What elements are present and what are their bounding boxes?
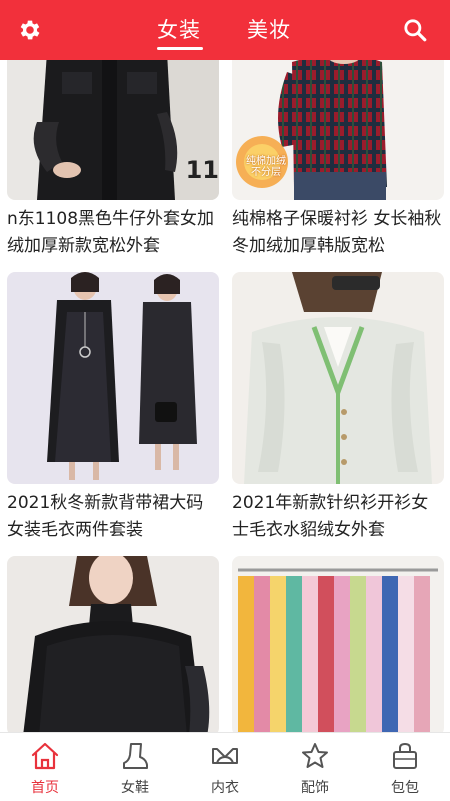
nav-item-bags[interactable]: 包包 <box>360 733 450 801</box>
tab-women-clothing[interactable]: 女装 <box>157 14 201 44</box>
image-overlay-text: 11 <box>185 156 219 184</box>
product-image[interactable] <box>7 272 219 484</box>
nav-item-accessories[interactable]: 配饰 <box>270 733 360 801</box>
search-icon[interactable] <box>398 13 432 47</box>
product-title[interactable]: 2021秋冬新款背带裙大码女装毛衣两件套装 <box>7 490 219 544</box>
bottom-nav: 首页 女鞋 内衣 配饰 包包 <box>0 732 450 801</box>
bra-icon <box>212 748 238 764</box>
gear-icon-graphic <box>20 20 40 40</box>
nav-label-accessories: 配饰 <box>301 780 329 796</box>
product-image[interactable]: 纯棉加绒 不分层 <box>232 60 444 200</box>
nav-item-home[interactable]: 首页 <box>0 733 90 801</box>
home-icon <box>31 742 59 770</box>
plaid-shirt-image <box>232 60 444 200</box>
pinafore-dress-image <box>7 272 219 484</box>
badge-line-2: 不分层 <box>251 167 281 178</box>
product-card[interactable] <box>232 556 444 732</box>
product-card[interactable]: 2021秋冬新款背带裙大码女装毛衣两件套装 <box>7 272 219 544</box>
bag-icon <box>393 742 417 769</box>
nav-label-shoes: 女鞋 <box>121 780 149 796</box>
black-lace-top-image <box>7 556 219 732</box>
product-image[interactable] <box>7 556 219 732</box>
top-header: 女装 美妆 <box>0 0 450 60</box>
product-card[interactable]: 11 n东1108黑色牛仔外套女加绒加厚新款宽松外套 <box>7 60 219 260</box>
nav-item-underwear[interactable]: 内衣 <box>180 733 270 801</box>
product-image[interactable] <box>232 556 444 732</box>
product-image[interactable]: 11 <box>7 60 219 200</box>
boot-icon <box>123 743 148 769</box>
star-icon <box>302 743 328 768</box>
badge-line-1: 纯棉加绒 <box>246 156 286 167</box>
product-card[interactable]: 2021年新款针织衫开衫女士毛衣水貂绒女外套 <box>232 272 444 544</box>
product-title[interactable]: 纯棉格子保暖衬衫 女长袖秋冬加绒加厚韩版宽松 <box>232 206 444 260</box>
nav-label-underwear: 内衣 <box>211 780 239 796</box>
clothing-rack-image <box>232 556 444 732</box>
nav-label-home: 首页 <box>31 780 59 796</box>
active-tab-indicator <box>157 47 203 50</box>
search-icon-graphic <box>404 19 427 42</box>
product-card[interactable] <box>7 556 219 732</box>
product-title[interactable]: 2021年新款针织衫开衫女士毛衣水貂绒女外套 <box>232 490 444 544</box>
warmth-badge: 纯棉加绒 不分层 <box>240 156 292 178</box>
tab-cosmetics[interactable]: 美妆 <box>247 14 291 44</box>
gear-icon[interactable] <box>13 13 47 47</box>
product-image[interactable] <box>232 272 444 484</box>
knit-cardigan-image <box>232 272 444 484</box>
product-title[interactable]: n东1108黑色牛仔外套女加绒加厚新款宽松外套 <box>7 206 219 260</box>
nav-item-shoes[interactable]: 女鞋 <box>90 733 180 801</box>
nav-label-bags: 包包 <box>391 780 419 796</box>
product-grid: 11 n东1108黑色牛仔外套女加绒加厚新款宽松外套 纯棉加绒 不分层 纯棉格子… <box>0 60 450 732</box>
product-card[interactable]: 纯棉加绒 不分层 纯棉格子保暖衬衫 女长袖秋冬加绒加厚韩版宽松 <box>232 60 444 260</box>
